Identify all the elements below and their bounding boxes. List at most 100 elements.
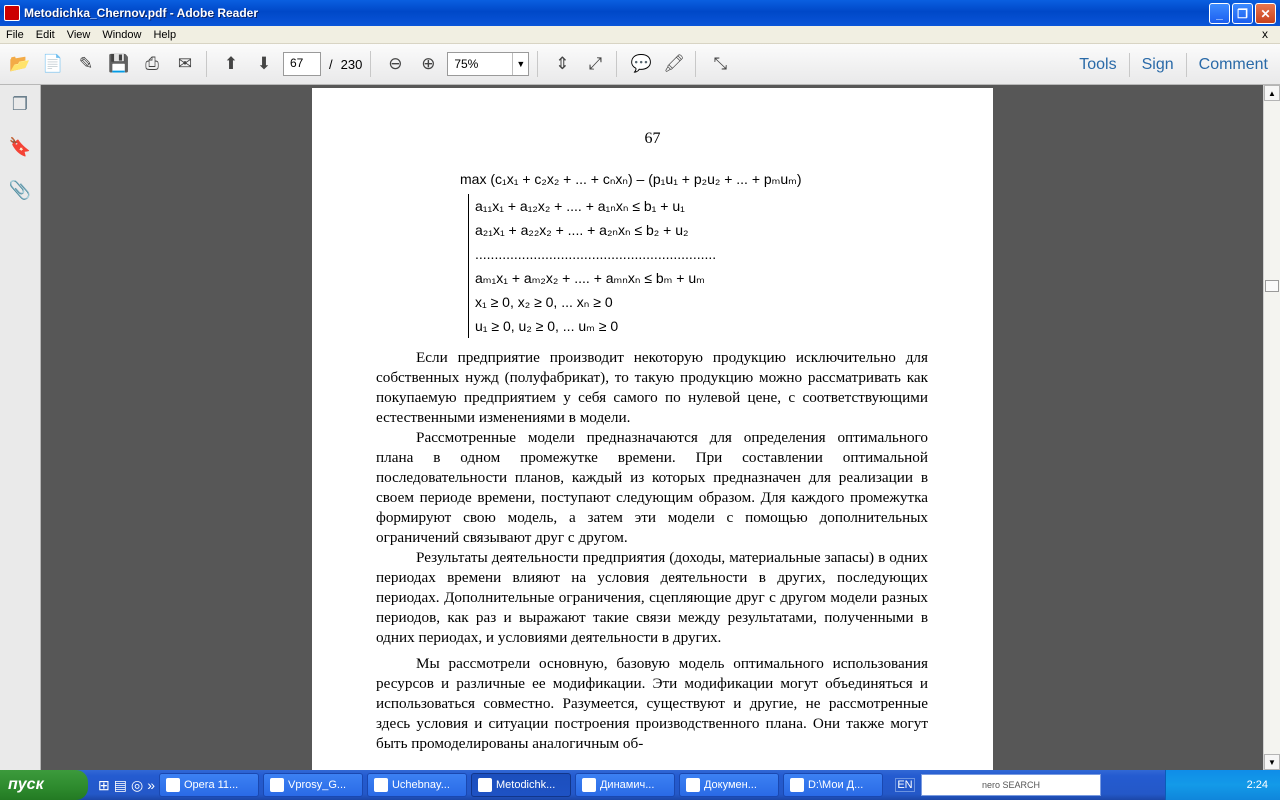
word-icon <box>373 778 388 792</box>
quick-launch: ⊞ ▤ ◎ » <box>98 777 155 794</box>
paragraph: Рассмотренные модели предназначаются для… <box>376 429 928 546</box>
sticky-note-icon[interactable]: 💬 <box>628 51 654 77</box>
menu-bar: File Edit View Window Help x <box>0 26 1280 44</box>
paragraph: Мы рассмотрели основную, базовую модель … <box>376 655 928 752</box>
taskbar: пуск ⊞ ▤ ◎ » Opera 11... Vprosy_G... Uch… <box>0 770 1280 800</box>
task-label: Metodichk... <box>495 779 556 791</box>
taskbar-item[interactable]: Динамич... <box>574 773 675 797</box>
media-icon[interactable]: ◎ <box>131 777 143 794</box>
objective-function: max (c₁x₁ + c₂x₂ + ... + cₙxₙ) – (p₁u₁ +… <box>460 168 860 338</box>
adobe-reader-icon <box>4 5 20 21</box>
close-button[interactable]: ✕ <box>1255 3 1276 24</box>
zoom-out-icon[interactable]: ⊖ <box>382 51 408 77</box>
title-bar: Metodichka_Chernov.pdf - Adobe Reader _ … <box>0 0 1280 26</box>
task-label: Динамич... <box>599 779 655 791</box>
bookmarks-icon[interactable]: 🔖 <box>9 136 31 158</box>
word-icon <box>581 778 596 792</box>
zoom-in-icon[interactable]: ⊕ <box>415 51 441 77</box>
constraint-line: ........................................… <box>475 246 717 262</box>
page-thumbnails-icon[interactable]: ❐ <box>9 93 31 115</box>
zoom-value: 75% <box>454 57 479 71</box>
menu-help[interactable]: Help <box>147 29 182 41</box>
scroll-down-arrow-icon[interactable]: ▼ <box>1264 754 1280 770</box>
read-mode-icon[interactable]: ⤡ <box>707 51 733 77</box>
attachments-icon[interactable]: 📎 <box>9 179 31 201</box>
system-tray: 2:24 <box>1165 770 1280 800</box>
scroll-thumb[interactable] <box>1265 280 1279 292</box>
vertical-scrollbar[interactable]: ▲ ▼ <box>1263 85 1280 770</box>
opera-icon <box>165 778 180 792</box>
document-viewer[interactable]: 67 max (c₁x₁ + c₂x₂ + ... + cₙxₙ) – (p₁u… <box>41 85 1263 770</box>
open-icon[interactable]: 📂 <box>7 51 33 77</box>
max-formula: max (c₁x₁ + c₂x₂ + ... + cₙxₙ) – (p₁u₁ +… <box>460 171 802 187</box>
comment-link[interactable]: Comment <box>1185 52 1280 77</box>
start-button[interactable]: пуск <box>0 770 88 800</box>
menu-view[interactable]: View <box>61 29 97 41</box>
constraint-line: a₂₁x₁ + a₂₂x₂ + .... + a₂ₙxₙ ≤ b₂ + u₂ <box>475 222 689 238</box>
desktop-icon[interactable]: ⊞ <box>98 777 110 794</box>
menu-window[interactable]: Window <box>96 29 147 41</box>
toolbar: 📂 📄 ✎ 💾 ⎙ ✉ ⬆ ⬇ 67 / 230 ⊖ ⊕ 75% ▼ ⇕ ⤢ 💬… <box>0 44 1280 85</box>
create-pdf-icon[interactable]: 📄 <box>40 51 66 77</box>
explorer-icon[interactable]: ▤ <box>114 777 127 794</box>
close-document-button[interactable]: x <box>1256 27 1274 41</box>
constraint-system: a₁₁x₁ + a₁₂x₂ + .... + a₁ₙxₙ ≤ b₁ + u₁ a… <box>468 194 716 338</box>
constraint-line: aₘ₁x₁ + aₘ₂x₂ + .... + aₘₙxₙ ≤ bₘ + uₘ <box>475 270 705 286</box>
page-total: 230 <box>340 56 363 72</box>
toolbar-divider <box>537 51 539 77</box>
task-label: D:\Мои Д... <box>807 779 864 791</box>
paragraph: Если предприятие производит некоторую пр… <box>376 349 928 426</box>
maximize-button[interactable]: ❐ <box>1232 3 1253 24</box>
print-icon[interactable]: ⎙ <box>139 51 165 77</box>
pdf-icon <box>477 778 492 792</box>
taskbar-item[interactable]: Opera 11... <box>158 773 259 797</box>
taskbar-item[interactable]: Vprosy_G... <box>262 773 363 797</box>
taskbar-item[interactable]: D:\Мои Д... <box>782 773 883 797</box>
edit-icon[interactable]: ✎ <box>73 51 99 77</box>
email-icon[interactable]: ✉ <box>172 51 198 77</box>
taskbar-item[interactable]: Докумен... <box>678 773 779 797</box>
taskbar-item[interactable]: Metodichk... <box>470 773 571 797</box>
sign-link[interactable]: Sign <box>1128 52 1186 77</box>
highlight-icon[interactable]: 🖍 <box>661 51 687 77</box>
folder-icon <box>789 778 804 792</box>
toolbar-divider <box>206 51 207 77</box>
fit-width-icon[interactable]: ⤢ <box>582 51 608 77</box>
task-label: Uchebnay... <box>391 779 450 791</box>
page-separator: / <box>329 56 333 72</box>
toolbar-divider <box>370 51 372 77</box>
next-page-icon[interactable]: ⬇ <box>251 51 277 77</box>
toolbar-divider <box>616 51 618 77</box>
scroll-up-arrow-icon[interactable]: ▲ <box>1264 85 1280 101</box>
tools-link[interactable]: Tools <box>1067 53 1128 77</box>
clock[interactable]: 2:24 <box>1247 779 1268 791</box>
window-title: Metodichka_Chernov.pdf - Adobe Reader <box>24 6 259 20</box>
navigation-pane: ❐ 🔖 📎 <box>0 85 41 770</box>
word-icon <box>269 778 284 792</box>
page-number-label: 67 <box>644 130 661 147</box>
zoom-select[interactable]: 75% ▼ <box>447 52 530 76</box>
task-label: Докумен... <box>703 779 757 791</box>
constraint-line: u₁ ≥ 0, u₂ ≥ 0, ... uₘ ≥ 0 <box>475 318 619 334</box>
nero-search-input[interactable]: nero SEARCH <box>920 774 1101 796</box>
task-label: Vprosy_G... <box>287 779 347 791</box>
save-icon[interactable]: 💾 <box>106 51 132 77</box>
fit-page-icon[interactable]: ⇕ <box>549 51 575 77</box>
constraint-line: x₁ ≥ 0, x₂ ≥ 0, ... xₙ ≥ 0 <box>475 294 613 310</box>
language-indicator[interactable]: EN <box>894 778 915 792</box>
page-number-input[interactable]: 67 <box>283 52 321 76</box>
previous-page-icon[interactable]: ⬆ <box>218 51 244 77</box>
task-label: Opera 11... <box>183 779 239 791</box>
toolbar-divider <box>695 51 697 77</box>
pdf-page: 67 max (c₁x₁ + c₂x₂ + ... + cₙxₙ) – (p₁u… <box>312 88 993 770</box>
minimize-button[interactable]: _ <box>1209 3 1230 24</box>
more-chevron-icon[interactable]: » <box>147 777 155 794</box>
paragraph: Результаты деятельности предприятия (дох… <box>376 549 928 646</box>
chevron-down-icon[interactable]: ▼ <box>512 53 528 75</box>
menu-file[interactable]: File <box>0 29 30 41</box>
taskbar-item[interactable]: Uchebnay... <box>366 773 467 797</box>
page-body: Если предприятие производит некоторую пр… <box>376 348 928 754</box>
menu-edit[interactable]: Edit <box>30 29 61 41</box>
word-icon <box>685 778 700 792</box>
constraint-line: a₁₁x₁ + a₁₂x₂ + .... + a₁ₙxₙ ≤ b₁ + u₁ <box>475 198 685 214</box>
